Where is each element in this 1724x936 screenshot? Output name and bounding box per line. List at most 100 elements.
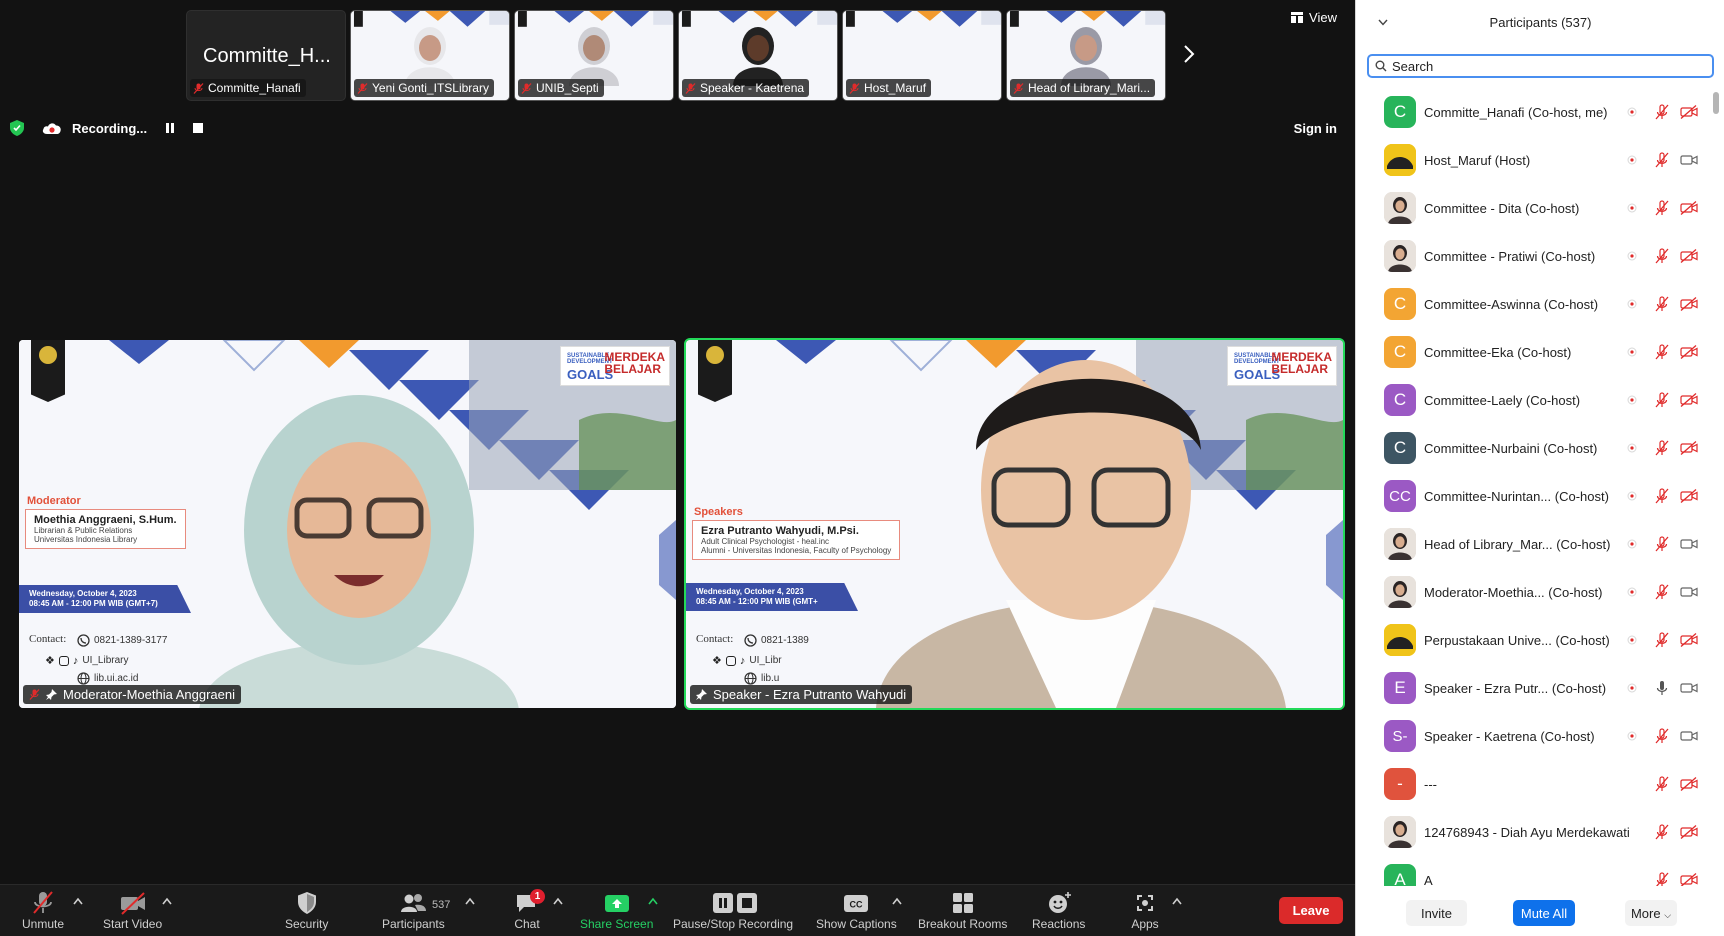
shield-icon <box>297 892 316 914</box>
participant-row[interactable]: Host_Maruf (Host) <box>1356 136 1724 184</box>
chevron-up-icon[interactable] <box>1172 897 1182 905</box>
mute-all-button[interactable]: Mute All <box>1513 900 1575 926</box>
mic-muted-icon[interactable] <box>1654 488 1670 504</box>
search-box[interactable] <box>1367 54 1714 78</box>
mic-muted-icon[interactable] <box>1654 440 1670 456</box>
video-off-icon <box>1680 201 1698 215</box>
captions-icon: CC <box>844 895 869 912</box>
mic-muted-icon[interactable] <box>1654 728 1670 744</box>
instagram-icon <box>58 655 69 666</box>
profile-photo <box>1384 576 1416 608</box>
mic-icon[interactable] <box>1654 680 1670 696</box>
chevron-up-icon[interactable] <box>73 897 83 905</box>
thumbnail-name-tag: UNIB_Septi <box>518 79 604 97</box>
participants-button[interactable]: Participants <box>382 891 445 931</box>
gallery-thumbnail[interactable]: UNIB_Septi <box>514 10 674 101</box>
contact-web: lib.ui.ac.id <box>77 672 138 685</box>
participant-row[interactable]: Committee - Pratiwi (Co-host) <box>1356 232 1724 280</box>
chevron-up-icon[interactable] <box>892 897 902 905</box>
mic-muted-icon[interactable] <box>1654 584 1670 600</box>
date-band: Wednesday, October 4, 2023 08:45 AM - 12:… <box>19 585 191 613</box>
search-input[interactable] <box>1392 58 1692 74</box>
participant-row[interactable]: CC Committee-Nurintan... (Co-host) <box>1356 472 1724 520</box>
reactions-label: Reactions <box>1032 917 1086 931</box>
gallery-thumbnail[interactable]: Host_Maruf <box>842 10 1002 101</box>
mic-muted-icon[interactable] <box>1654 152 1670 168</box>
mic-muted-icon[interactable] <box>1654 536 1670 552</box>
contact-social: ❖ ♪ UI_Libr <box>712 654 782 668</box>
participant-row[interactable]: Head of Library_Mar... (Co-host) <box>1356 520 1724 568</box>
show-captions-button[interactable]: CC Show Captions <box>816 891 897 931</box>
mic-muted-icon[interactable] <box>1654 776 1670 792</box>
more-button[interactable]: More ⌵ <box>1625 900 1677 926</box>
reactions-button[interactable]: Reactions <box>1032 891 1085 931</box>
chevron-up-icon[interactable] <box>553 897 563 905</box>
mic-muted-icon[interactable] <box>1654 392 1670 408</box>
participant-row[interactable]: - --- <box>1356 760 1724 808</box>
chat-unread-badge: 1 <box>530 889 545 904</box>
stop-recording-icon[interactable] <box>193 123 204 133</box>
apps-button[interactable]: Apps <box>1131 891 1159 931</box>
mic-muted-icon[interactable] <box>1654 248 1670 264</box>
encryption-shield-icon[interactable] <box>10 120 24 136</box>
gallery-thumbnail[interactable]: Committe_H... Committe_Hanafi <box>186 10 346 101</box>
chevron-up-icon[interactable] <box>648 897 658 905</box>
unmute-button[interactable]: Unmute <box>22 891 64 931</box>
participant-row[interactable]: C Committe_Hanafi (Co-host, me) <box>1356 88 1724 136</box>
participant-row[interactable]: S- Speaker - Kaetrena (Co-host) <box>1356 712 1724 760</box>
breakout-rooms-button[interactable]: Breakout Rooms <box>918 891 1007 931</box>
participant-row[interactable]: E Speaker - Ezra Putr... (Co-host) <box>1356 664 1724 712</box>
participant-row[interactable]: C Committee-Laely (Co-host) <box>1356 376 1724 424</box>
mic-muted-icon[interactable] <box>1654 104 1670 120</box>
view-button[interactable]: View <box>1291 10 1337 25</box>
chevron-right-icon[interactable] <box>1182 44 1196 64</box>
breakout-rooms-icon <box>952 893 973 913</box>
pause-stop-recording-button[interactable]: Pause/Stop Recording <box>673 891 793 931</box>
participant-row[interactable]: 124768943 - Diah Ayu Merdekawati <box>1356 808 1724 856</box>
recording-dot-icon <box>1627 203 1637 213</box>
participant-row[interactable]: Moderator-Moethia... (Co-host) <box>1356 568 1724 616</box>
participant-row[interactable]: C Committee-Eka (Co-host) <box>1356 328 1724 376</box>
avatar: C <box>1384 288 1416 320</box>
contact-phone: 0821-1389-3177 <box>77 634 167 647</box>
sign-in-link[interactable]: Sign in <box>1294 121 1337 136</box>
chevron-up-icon[interactable] <box>465 897 475 905</box>
gallery-thumbnail[interactable]: Yeni Gonti_ITSLibrary <box>350 10 510 101</box>
participant-row[interactable]: C Committee-Aswinna (Co-host) <box>1356 280 1724 328</box>
share-screen-button[interactable]: Share Screen <box>580 891 653 931</box>
card-subtitle: Librarian & Public Relations <box>34 526 133 535</box>
leave-button[interactable]: Leave <box>1279 897 1343 924</box>
participant-row[interactable]: C Committee-Nurbaini (Co-host) <box>1356 424 1724 472</box>
start-video-button[interactable]: Start Video <box>103 891 162 931</box>
video-off-icon <box>1680 489 1698 503</box>
search-icon <box>1375 60 1387 72</box>
participant-row[interactable]: Committee - Dita (Co-host) <box>1356 184 1724 232</box>
speaker-video-tile[interactable]: SUSTAINABLE DEVELOPMENT GOALS MERDEKA BELAJ… <box>684 338 1345 710</box>
recording-dot-icon <box>1627 731 1637 741</box>
chat-label: Chat <box>514 917 540 931</box>
tile-name-tag: Speaker - Ezra Putranto Wahyudi <box>690 685 913 704</box>
mic-muted-icon[interactable] <box>1654 824 1670 840</box>
chevron-up-icon[interactable] <box>162 897 172 905</box>
security-button[interactable]: Security <box>285 891 328 931</box>
recording-dot-icon <box>1627 587 1637 597</box>
invite-button[interactable]: Invite <box>1406 900 1467 926</box>
gallery-thumbnail[interactable]: Speaker - Kaetrena <box>678 10 838 101</box>
pin-icon <box>696 689 707 700</box>
participant-row[interactable]: Perpustakaan Unive... (Co-host) <box>1356 616 1724 664</box>
moderator-video-figure <box>199 395 519 708</box>
card-subtitle: Universitas Indonesia Library <box>34 535 138 545</box>
avatar-initials: C <box>1393 438 1407 457</box>
mic-muted-icon[interactable] <box>1654 200 1670 216</box>
list-scrollbar[interactable] <box>1713 92 1719 114</box>
mic-muted-icon[interactable] <box>1654 872 1670 886</box>
profile-photo <box>1384 192 1416 224</box>
moderator-video-tile[interactable]: SUSTAINABLE DEVELOPMENT GOALS MERDEKA BELAJ… <box>19 340 676 708</box>
mic-muted-icon[interactable] <box>1654 296 1670 312</box>
mic-muted-icon[interactable] <box>1654 632 1670 648</box>
thumbnail-name-tag: Yeni Gonti_ITSLibrary <box>354 79 494 97</box>
gallery-thumbnail[interactable]: Head of Library_Mari... <box>1006 10 1166 101</box>
pause-recording-icon[interactable] <box>165 123 175 133</box>
mic-muted-icon[interactable] <box>1654 344 1670 360</box>
participant-row[interactable]: AA <box>1356 856 1724 886</box>
